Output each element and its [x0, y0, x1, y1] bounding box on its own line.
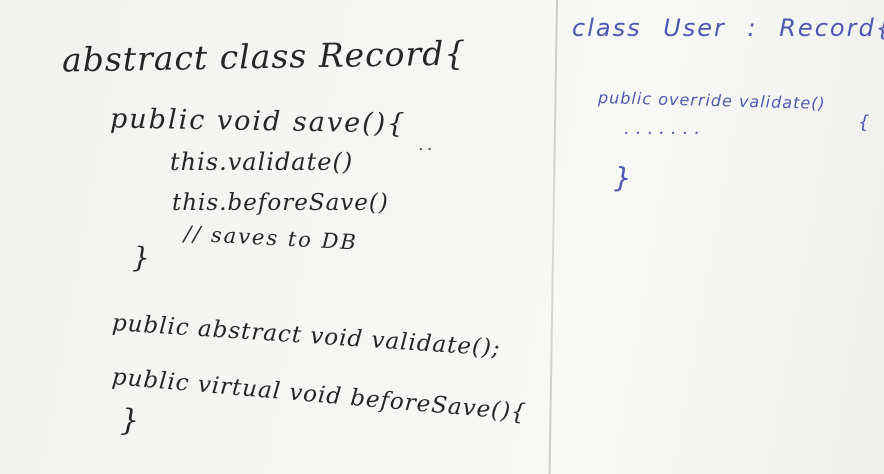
virtual-before-save-declaration: public virtual void beforeSave(){ — [110, 364, 528, 427]
abstract-class-heading: abstract class Record{ — [61, 33, 467, 80]
save-method-closing-brace: } — [132, 241, 150, 274]
trailing-dots: .. — [418, 134, 436, 155]
abstract-validate-declaration: public abstract void validate(); — [111, 310, 502, 362]
user-class-heading: class User : Record{ — [572, 14, 884, 42]
override-validate-open-brace: { — [858, 112, 870, 133]
board-divider-line — [548, 0, 558, 474]
whiteboard: abstract class Record{ public void save(… — [0, 0, 884, 474]
save-method-signature: public void save(){ — [109, 103, 407, 140]
validate-call-line: this.validate() — [170, 148, 354, 176]
override-validate-signature: public override validate() — [597, 88, 826, 113]
saves-to-db-comment: // saves to DB — [183, 221, 359, 255]
before-save-call-line: this.beforeSave() — [172, 190, 389, 216]
override-closing-brace: } — [614, 161, 632, 194]
override-body-dots: ....... — [624, 118, 707, 139]
class-closing-brace: } — [120, 403, 140, 438]
